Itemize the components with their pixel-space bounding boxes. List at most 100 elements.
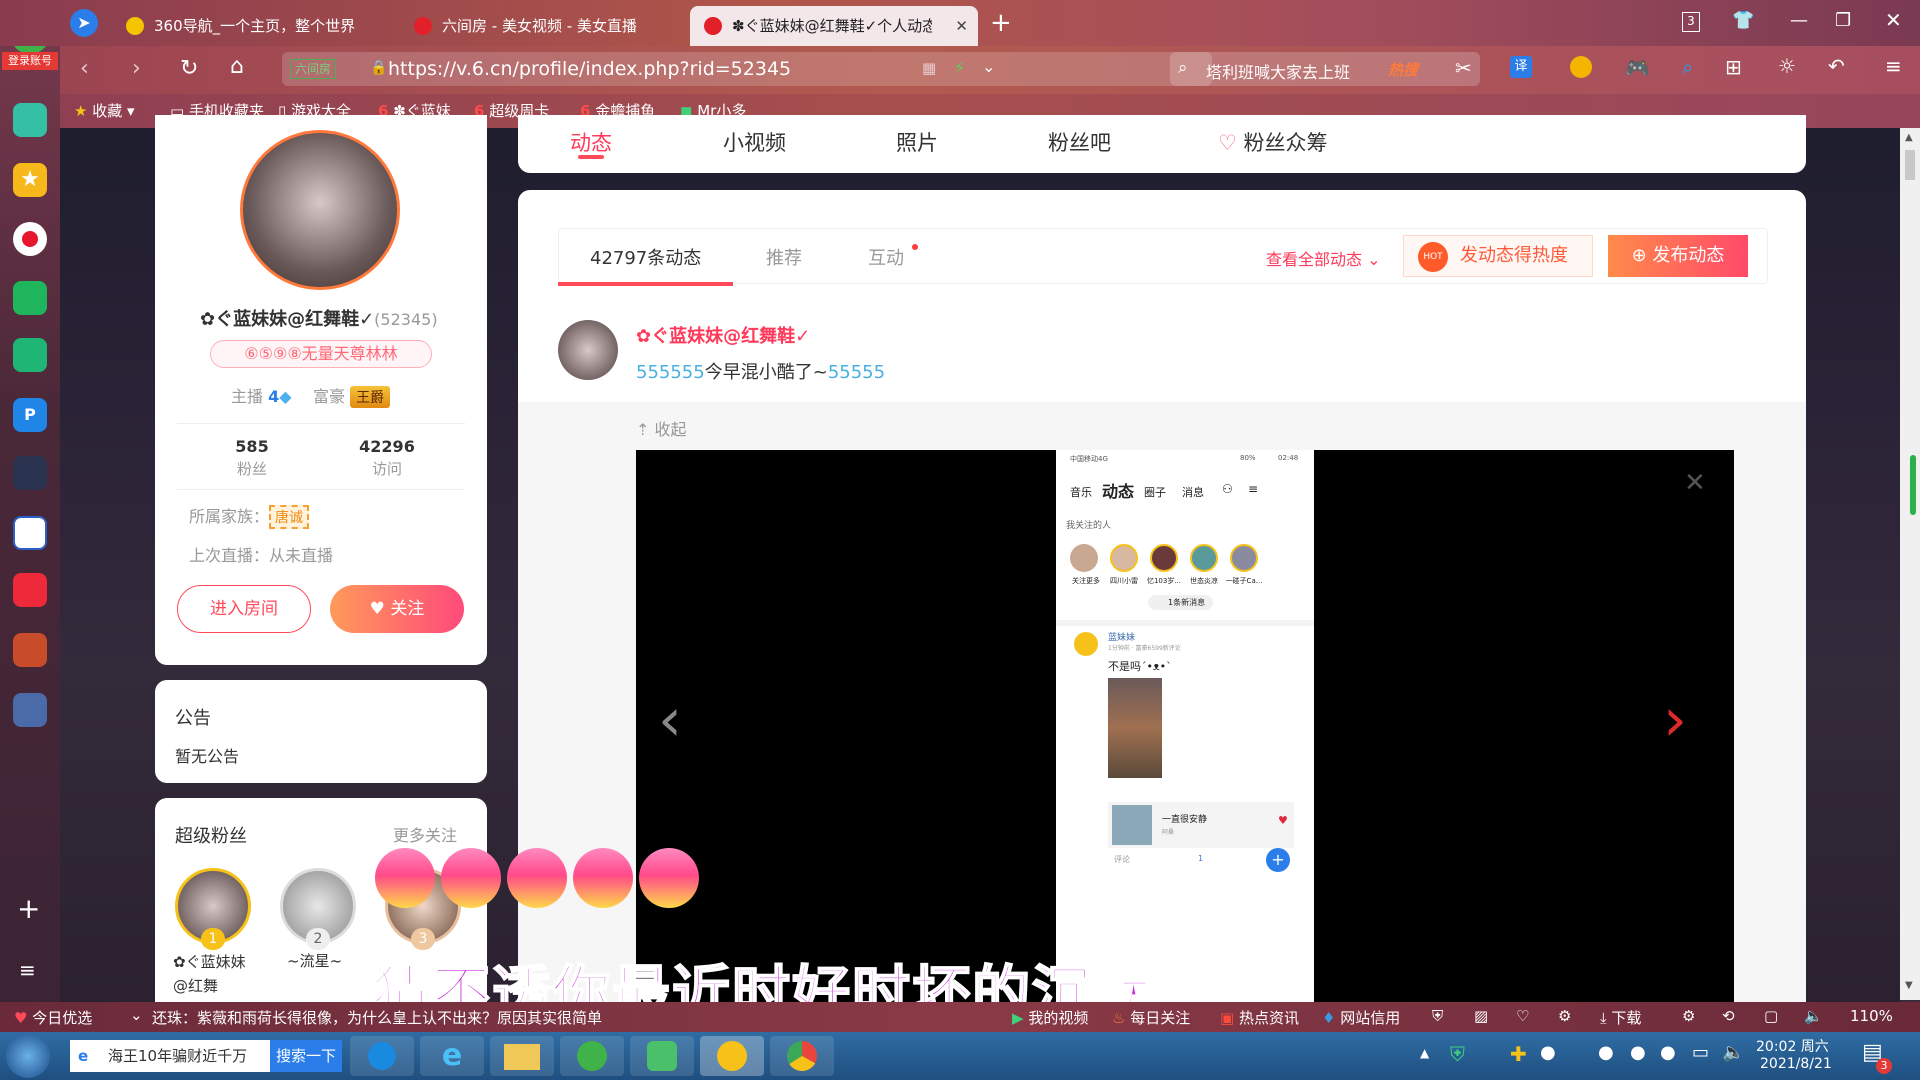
search-text[interactable]: 塔利班喊大家去上班 [1206, 59, 1350, 83]
nav-tab-photos[interactable]: 照片 [896, 127, 938, 157]
expand-icon[interactable]: ⌄ [130, 1006, 143, 1024]
bookmark-favorites[interactable]: ★ 收藏 ▾ [74, 94, 135, 128]
my-videos-link[interactable]: ▶ 我的视频 [1012, 1007, 1088, 1028]
next-image-button[interactable]: › [1663, 690, 1687, 750]
taskbar-ie-icon[interactable]: e [420, 1036, 484, 1076]
weibo-icon[interactable] [13, 222, 47, 256]
feed-tab-count[interactable]: 42797条动态 [590, 244, 701, 270]
shield-tool-icon[interactable]: ⛨ [1432, 1007, 1443, 1025]
sound-tool-icon[interactable]: 🔈 [1804, 1007, 1823, 1025]
tray-expand-icon[interactable]: ▲ [1420, 1046, 1429, 1060]
tray-360-icon[interactable]: ✚ [1510, 1042, 1527, 1066]
add-icon[interactable]: + [17, 892, 40, 925]
xiaohongshu-icon[interactable] [13, 573, 47, 607]
side-scroll-indicator[interactable] [1910, 455, 1916, 515]
window-tool-icon[interactable]: ▢ [1764, 1007, 1778, 1025]
qr-icon[interactable]: ▦ [922, 59, 936, 77]
taskbar-search-box[interactable]: e 海王10年骗财近千万 [70, 1040, 270, 1072]
tab-count-badge[interactable]: 3 [1682, 12, 1700, 32]
nav-tab-crowdfund[interactable]: ♡ 粉丝众筹 [1218, 127, 1328, 157]
tab-6room[interactable]: 六间房 - 美女视频 - 美女直播 [400, 6, 685, 46]
today-picks[interactable]: ♥ 今日优选 [14, 1007, 92, 1028]
game-app-icon[interactable] [13, 633, 47, 667]
sync-tool-icon[interactable]: ⟲ [1722, 1007, 1735, 1025]
close-tab-icon[interactable]: ✕ [955, 6, 968, 46]
link-app-icon[interactable] [13, 338, 47, 372]
back-icon[interactable]: ‹ [80, 56, 89, 81]
tab-profile-active[interactable]: ✽ぐ蓝妹妹@红舞鞋✓个人动态 ✕ [690, 6, 978, 46]
family-badge[interactable]: 唐诚 [269, 505, 310, 529]
heart-tool-icon[interactable]: ♡ [1516, 1007, 1529, 1025]
tray-qq-icon[interactable]: ● [1630, 1042, 1646, 1063]
windows-start-button[interactable] [6, 1034, 50, 1078]
login-account-button[interactable]: 登录账号 [2, 52, 58, 70]
zoom-level[interactable]: 110% [1850, 1007, 1893, 1025]
restore-button[interactable]: ❐ [1835, 10, 1851, 31]
forward-icon[interactable]: › [132, 56, 141, 81]
tray-shield-icon[interactable]: ⛨ [1450, 1042, 1465, 1066]
hot-news-link[interactable]: ▣ 热点资讯 [1220, 1007, 1299, 1028]
nav-tab-fanclub[interactable]: 粉丝吧 [1048, 127, 1111, 157]
game-app2-icon[interactable] [13, 693, 47, 727]
tray-qq-icon[interactable]: ● [1598, 1042, 1614, 1063]
site-credit-link[interactable]: ♦ 网站信用 [1322, 1007, 1400, 1028]
bolt-icon[interactable]: ⚡ [954, 58, 965, 77]
undo-icon[interactable]: ↶ [1828, 54, 1845, 78]
publish-post-button[interactable]: ⊕ 发布动态 [1608, 235, 1748, 277]
collapse-link[interactable]: ⇡ 收起 [636, 416, 687, 440]
image-tool-icon[interactable]: ▨ [1474, 1007, 1488, 1025]
tray-network-icon[interactable]: ▭ [1692, 1042, 1709, 1063]
home-icon[interactable]: ⌂ [230, 54, 244, 79]
follow-button[interactable]: ♥ 关注 [330, 585, 464, 633]
tab-360-nav[interactable]: 360导航_一个主页，整个世界 [112, 6, 397, 46]
send-icon[interactable]: ➤ [70, 9, 98, 37]
gamepad-icon[interactable]: 🎮 [1625, 56, 1650, 80]
download-link[interactable]: ⤓ 下载 [1600, 1007, 1641, 1028]
coin-icon[interactable] [1570, 56, 1592, 78]
mail-icon[interactable] [13, 281, 47, 315]
feed-tab-interact[interactable]: 互动 [868, 244, 904, 270]
tray-qq-icon[interactable]: ● [1660, 1042, 1676, 1063]
feed-tab-recommend[interactable]: 推荐 [766, 244, 802, 270]
translate-icon[interactable]: 译 [1510, 56, 1532, 78]
close-viewer-icon[interactable]: ✕ [1684, 468, 1706, 498]
page-scrollbar[interactable]: ▲ ▼ [1900, 128, 1920, 1000]
daily-follow-link[interactable]: ♨ 每日关注 [1112, 1007, 1190, 1028]
url-bar[interactable]: 六间房 🔒 https://v.6.cn/profile/index.php?r… [282, 52, 1212, 86]
taskbar-360browser-icon[interactable] [560, 1036, 624, 1076]
scissors-icon[interactable]: ✂ [1455, 56, 1472, 80]
settings-tool-icon[interactable]: ⚙ [1682, 1007, 1695, 1025]
word-doc-icon[interactable] [13, 516, 47, 550]
favorite-star-icon[interactable]: ★ [13, 163, 47, 197]
view-all-dropdown[interactable]: 查看全部动态 ⌄ [1266, 246, 1381, 270]
speed-tool-icon[interactable]: ⚙ [1558, 1007, 1571, 1025]
post-author-avatar[interactable] [558, 320, 618, 380]
scroll-down-icon[interactable]: ▼ [1905, 980, 1913, 991]
brightness-icon[interactable]: ☼ [1778, 54, 1796, 78]
close-window-button[interactable]: ✕ [1885, 8, 1902, 32]
clock-time[interactable]: 20:02 周六 [1756, 1036, 1829, 1056]
refresh-icon[interactable]: ↻ [180, 56, 198, 81]
minimize-button[interactable]: — [1790, 10, 1808, 31]
taskbar-avatar-app-icon[interactable] [700, 1036, 764, 1076]
menu-list-icon[interactable]: ≡ [19, 958, 36, 982]
tray-volume-icon[interactable]: 🔈 [1722, 1042, 1744, 1063]
plus-app-icon[interactable] [13, 103, 47, 137]
tray-qq-icon[interactable]: ● [1540, 1042, 1556, 1063]
scroll-up-icon[interactable]: ▲ [1905, 132, 1913, 143]
news-ticker[interactable]: 还珠：紫薇和雨荷长得很像，为什么皇上认不出来？原因其实很简单 [152, 1007, 602, 1028]
more-follows-link[interactable]: 更多关注 [393, 822, 457, 846]
hot-post-button[interactable]: HOT 发动态得热度 [1403, 235, 1593, 277]
enter-room-button[interactable]: 进入房间 [177, 585, 311, 633]
taskbar-search-button[interactable]: 搜索一下 [270, 1040, 342, 1072]
nav-tab-dynamic[interactable]: 动态 [570, 127, 612, 157]
scroll-thumb[interactable] [1905, 150, 1915, 180]
search-box[interactable]: ⌕ 塔利班喊大家去上班 热搜 [1170, 52, 1480, 86]
post-author-name[interactable]: ✿ぐ蓝妹妹@红舞鞋✓ [636, 322, 810, 348]
taskbar-search-text[interactable]: 海王10年骗财近千万 [108, 1047, 247, 1065]
taskbar-explorer-icon[interactable] [490, 1036, 554, 1076]
clock-date[interactable]: 2021/8/21 [1760, 1056, 1832, 1072]
menu-icon[interactable]: ≡ [1885, 54, 1902, 78]
url-text[interactable]: https://v.6.cn/profile/index.php?rid=523… [388, 58, 791, 80]
new-tab-button[interactable]: + [990, 8, 1012, 38]
